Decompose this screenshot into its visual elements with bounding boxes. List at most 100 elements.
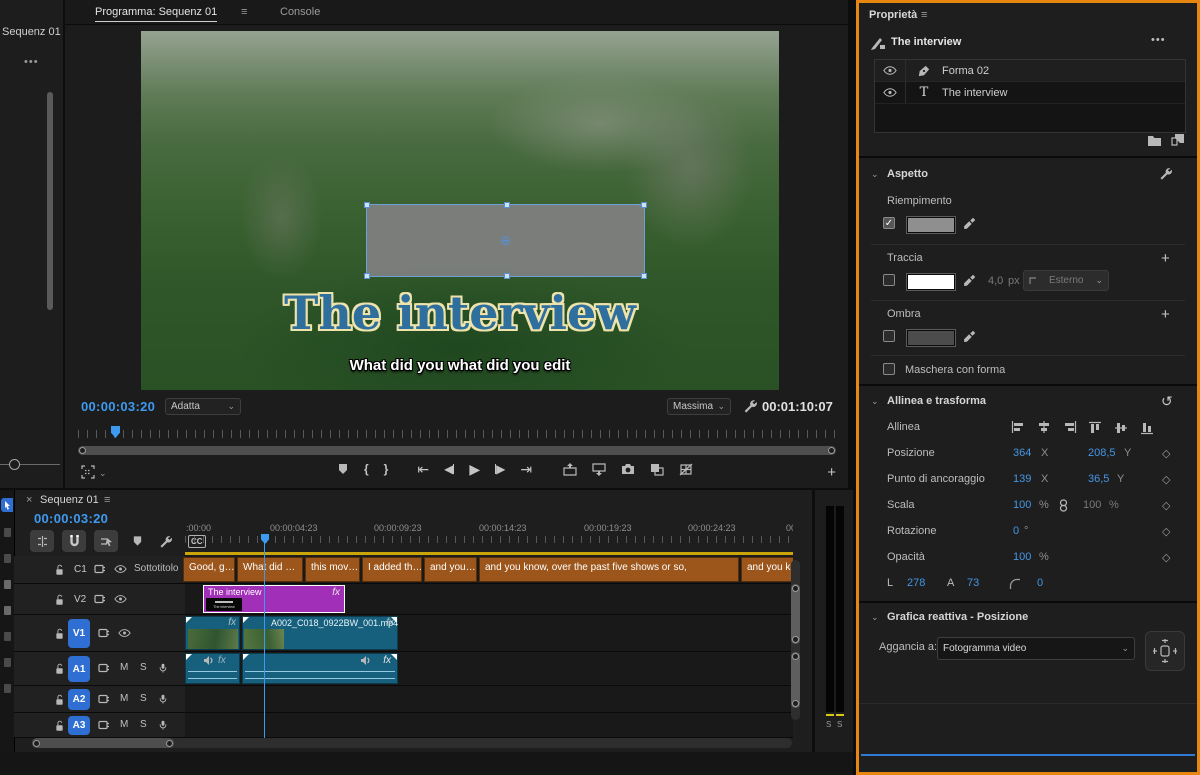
track-source-icon[interactable]: [98, 663, 110, 673]
timeline-timecode[interactable]: 00:00:03:20: [34, 511, 108, 526]
go-to-in-icon[interactable]: ⇤: [417, 462, 429, 476]
align-left-icon[interactable]: [1011, 421, 1025, 433]
keyframe-toggle-icon[interactable]: ◇: [1162, 499, 1170, 512]
chevron-down-icon[interactable]: ⌄: [99, 469, 107, 478]
caption-clip[interactable]: and you know, over the past five shows o…: [479, 557, 739, 582]
track-badge-target[interactable]: A2: [68, 689, 90, 710]
monitor-settings-wrench-icon[interactable]: [743, 399, 757, 413]
section-title[interactable]: Aspetto: [887, 168, 928, 180]
anchor-x-value[interactable]: 139: [1013, 473, 1031, 485]
anchor-point-icon[interactable]: ⊕: [500, 232, 512, 249]
program-mini-ruler[interactable]: [78, 430, 836, 438]
title-overlay-text[interactable]: The interview: [141, 286, 779, 340]
caption-clip[interactable]: this mov…: [305, 557, 360, 582]
scrollbar-end[interactable]: [166, 740, 173, 747]
solo-button[interactable]: S: [140, 693, 147, 704]
fill-color-swatch[interactable]: [907, 217, 955, 233]
layer-row-forma[interactable]: Forma 02: [875, 60, 1185, 82]
scrollbar-end[interactable]: [792, 585, 799, 592]
track-badge[interactable]: C1: [74, 564, 87, 575]
reset-transform-icon[interactable]: ↺: [1161, 393, 1173, 410]
multicam-icon[interactable]: [679, 463, 693, 476]
stroke-color-swatch[interactable]: [907, 274, 955, 290]
keyframe-toggle-icon[interactable]: ◇: [1162, 447, 1170, 460]
position-y-value[interactable]: 208,5: [1088, 447, 1116, 459]
graphic-clip[interactable]: The interview fx The interview: [203, 585, 345, 613]
height-value[interactable]: 73: [967, 577, 979, 589]
mic-icon[interactable]: [158, 718, 168, 732]
lock-icon[interactable]: [54, 628, 65, 640]
caption-clip[interactable]: and you…: [424, 557, 477, 582]
caption-track-content[interactable]: Good, g… What did … this mov… I added th…: [185, 556, 793, 584]
insert-nested-toggle[interactable]: [30, 530, 54, 552]
panel-menu-icon[interactable]: ≡: [241, 6, 247, 18]
timeline-h-scrollbar-handle[interactable]: [32, 738, 174, 748]
keyframe-toggle-icon[interactable]: ◇: [1162, 551, 1170, 564]
add-marker-icon[interactable]: [337, 463, 349, 475]
track-source-icon[interactable]: [94, 594, 106, 604]
visibility-eye-icon[interactable]: [114, 565, 127, 573]
solo-button[interactable]: S: [140, 719, 147, 730]
chevron-down-icon[interactable]: ⌄: [871, 170, 879, 179]
razor-tool-button[interactable]: [4, 580, 11, 589]
mic-icon[interactable]: [158, 661, 168, 675]
layer-name[interactable]: Forma 02: [942, 65, 989, 77]
a2-track-content[interactable]: [185, 686, 793, 713]
mute-button[interactable]: M: [120, 662, 128, 673]
mark-out-icon[interactable]: }: [384, 463, 389, 475]
shape-handle[interactable]: [641, 273, 647, 279]
track-badge-target[interactable]: A1: [68, 656, 90, 682]
shape-handle[interactable]: [504, 202, 510, 208]
go-to-out-icon[interactable]: ⇥: [520, 462, 532, 476]
mic-icon[interactable]: [158, 692, 168, 706]
track-source-icon[interactable]: [98, 694, 110, 704]
new-folder-icon[interactable]: [1147, 134, 1162, 146]
fill-checkbox[interactable]: ✓: [883, 217, 895, 229]
scale-y-value[interactable]: 100: [1083, 499, 1101, 511]
timeline-v-scrollbar-handle[interactable]: [791, 584, 800, 644]
visibility-eye-icon[interactable]: [114, 595, 127, 603]
a3-track-content[interactable]: [185, 713, 793, 738]
align-right-icon[interactable]: [1063, 421, 1077, 433]
track-select-tool-button[interactable]: [4, 528, 11, 537]
close-tab-icon[interactable]: ×: [26, 494, 32, 506]
track-source-icon[interactable]: [98, 628, 110, 638]
video-clip-segment[interactable]: fx: [185, 616, 240, 650]
timeline-playhead-line[interactable]: [264, 542, 265, 738]
lock-icon[interactable]: [54, 564, 65, 576]
caption-clip[interactable]: Good, g…: [183, 557, 235, 582]
track-badge-target[interactable]: V1: [68, 619, 90, 648]
scale-x-value[interactable]: 100: [1013, 499, 1031, 511]
snap-frame-icon[interactable]: [1145, 631, 1185, 671]
align-center-h-icon[interactable]: [1037, 421, 1051, 433]
zoom-slider-handle[interactable]: [9, 459, 20, 470]
stroke-width-value[interactable]: 4,0: [988, 275, 1003, 287]
eyedropper-icon[interactable]: [963, 330, 976, 343]
scrollbar-end[interactable]: [79, 447, 86, 454]
solo-left-button[interactable]: S: [826, 720, 831, 729]
type-tool-button[interactable]: [4, 684, 11, 693]
snap-magnet-toggle[interactable]: [62, 530, 86, 552]
eyedropper-icon[interactable]: [963, 274, 976, 287]
visibility-eye-icon[interactable]: [875, 82, 906, 103]
panel-menu-icon[interactable]: ≡: [921, 9, 927, 21]
program-timecode[interactable]: 00:00:03:20: [81, 399, 155, 414]
opacity-value[interactable]: 100: [1013, 551, 1031, 563]
align-middle-v-icon[interactable]: [1115, 421, 1127, 435]
add-marker-icon[interactable]: [132, 535, 143, 547]
tab-console[interactable]: Console: [280, 6, 320, 18]
comparison-view-icon[interactable]: [650, 463, 664, 476]
lift-icon[interactable]: [563, 463, 577, 476]
panel-menu-icon[interactable]: •••: [24, 56, 39, 68]
shadow-checkbox[interactable]: [883, 330, 895, 342]
source-panel-scrollbar[interactable]: [47, 92, 53, 310]
a1-track-content[interactable]: fx fx: [185, 652, 793, 686]
visibility-eye-icon[interactable]: [875, 60, 906, 81]
lock-icon[interactable]: [54, 594, 65, 606]
shape-handle[interactable]: [364, 273, 370, 279]
track-source-icon[interactable]: [98, 720, 110, 730]
shadow-color-swatch[interactable]: [907, 330, 955, 346]
caption-clip[interactable]: and you kno: [741, 557, 793, 582]
slip-tool-button[interactable]: [4, 606, 11, 615]
anchor-y-value[interactable]: 36,5: [1088, 473, 1109, 485]
